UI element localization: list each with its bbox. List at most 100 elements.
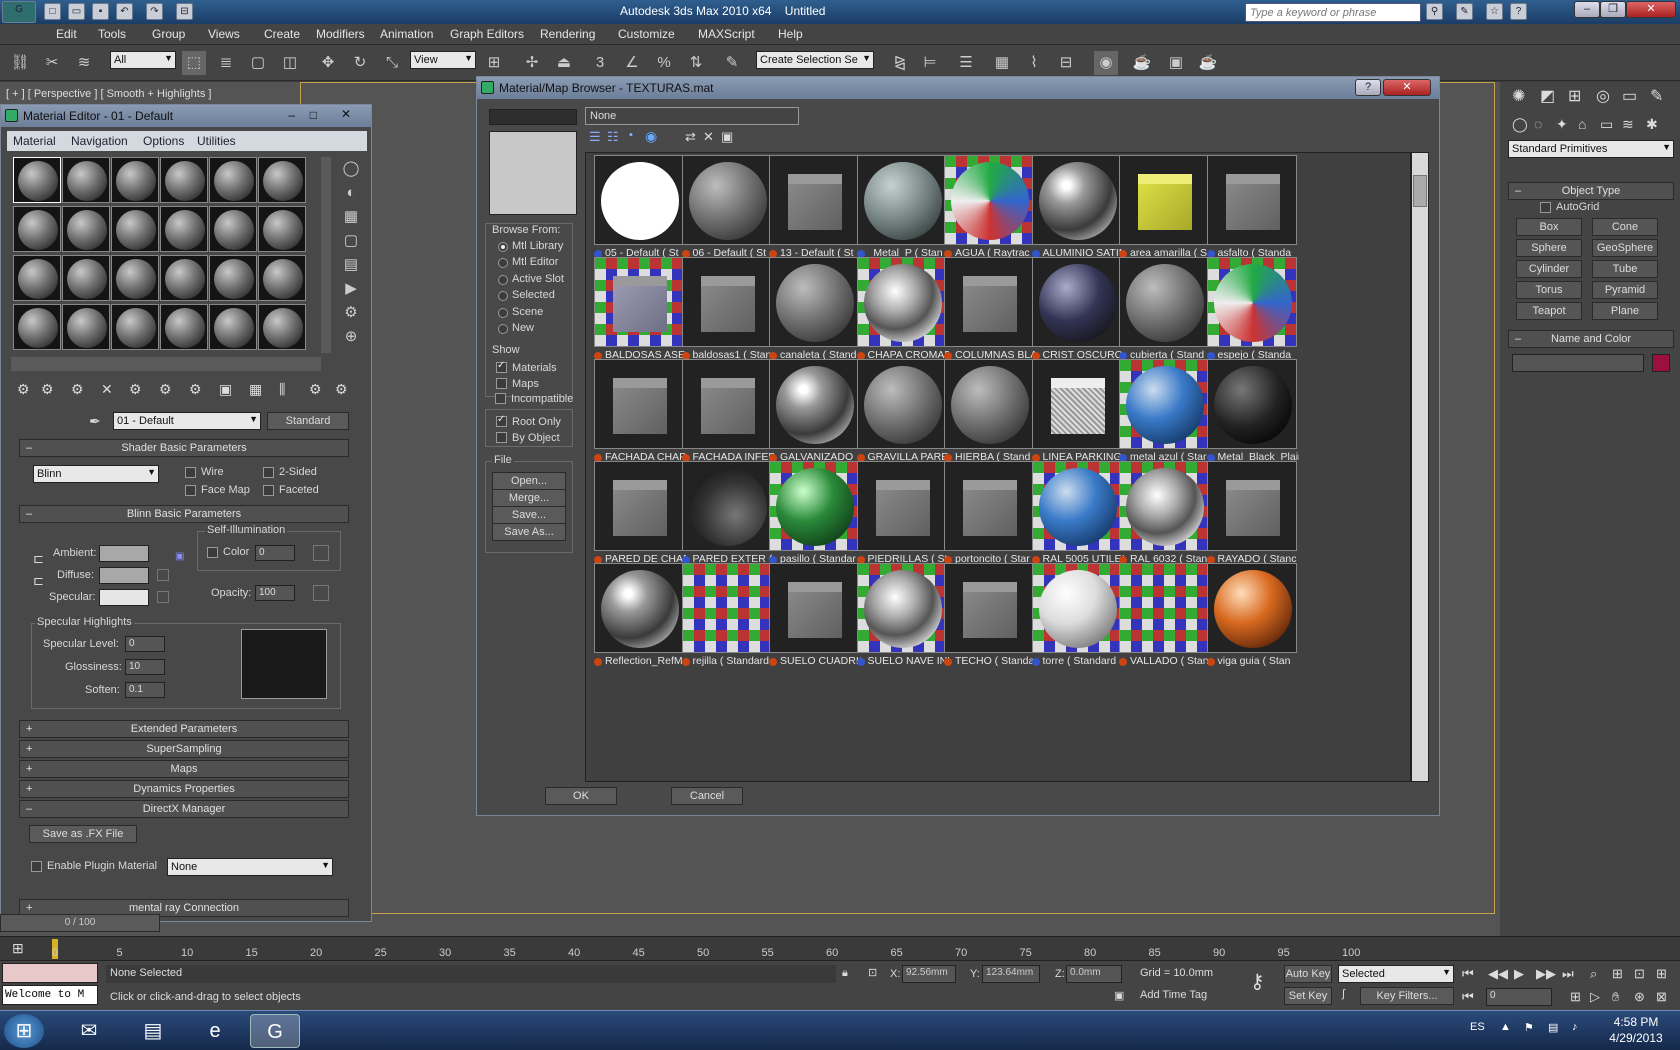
material-item[interactable]: 13 - Default ( St bbox=[769, 155, 861, 263]
materials-checkbox[interactable] bbox=[496, 360, 507, 373]
redo-icon[interactable]: ↷ bbox=[146, 3, 163, 20]
menu-customize[interactable]: Customize bbox=[618, 27, 675, 41]
material-item[interactable]: _Metal_P ( Stan bbox=[856, 155, 949, 263]
sample-slot[interactable] bbox=[258, 255, 306, 301]
browser-name-field[interactable]: None bbox=[585, 107, 799, 125]
video-color-check-icon[interactable]: ▤ bbox=[339, 253, 363, 277]
radio-selected[interactable] bbox=[498, 291, 508, 301]
menu-animation[interactable]: Animation bbox=[380, 27, 433, 41]
cancel-button[interactable]: Cancel bbox=[671, 787, 743, 805]
play-icon[interactable]: ▶ bbox=[1514, 966, 1524, 982]
make-unique-icon[interactable]: ⚙ bbox=[159, 381, 172, 398]
zoom-icon[interactable]: ⌕ bbox=[1590, 966, 1597, 982]
snaps-toggle-icon[interactable]: 3 bbox=[588, 51, 612, 75]
dynamics-properties-rollout[interactable]: + Dynamics Properties bbox=[19, 780, 349, 798]
set-key-button[interactable]: Set Key bbox=[1284, 987, 1332, 1005]
z-coordinate[interactable]: 0.0mm bbox=[1066, 965, 1122, 983]
object-color-swatch[interactable] bbox=[1652, 354, 1670, 372]
time-configuration-icon[interactable]: ⊞ bbox=[1570, 989, 1581, 1005]
select-object-icon[interactable]: ⬚ bbox=[182, 51, 206, 75]
incompatible-checkbox[interactable] bbox=[495, 393, 506, 404]
menu-options[interactable]: Options bbox=[143, 134, 184, 148]
menu-maxscript[interactable]: MAXScript bbox=[698, 27, 755, 41]
view-list-icons-icon[interactable]: ☷ bbox=[607, 129, 619, 145]
add-time-tag[interactable]: Add Time Tag bbox=[1138, 987, 1238, 1005]
key-icon[interactable]: ⚷ bbox=[1250, 969, 1265, 994]
material-item[interactable]: RAL 5005 UTILES bbox=[1031, 461, 1124, 569]
3ds-max-taskbar-icon[interactable]: G bbox=[250, 1014, 300, 1048]
space-warps-icon[interactable]: ≋ bbox=[1622, 116, 1634, 133]
teapot-button[interactable]: Teapot bbox=[1516, 302, 1582, 320]
spinner-snap-icon[interactable]: ⇅ bbox=[684, 51, 708, 75]
sample-slot[interactable] bbox=[209, 157, 257, 203]
cylinder-button[interactable]: Cylinder bbox=[1516, 260, 1582, 278]
time-tag-icon[interactable]: ▣ bbox=[1114, 989, 1124, 1002]
render-production-icon[interactable]: ☕ bbox=[1196, 51, 1220, 75]
move-icon[interactable]: ✥ bbox=[316, 51, 340, 75]
utilities-tab-icon[interactable]: ✎ bbox=[1650, 86, 1663, 106]
undo-icon[interactable]: ↶ bbox=[116, 3, 133, 20]
maxscript-listener[interactable]: Welcome to M bbox=[2, 985, 98, 1005]
assign-material-icon[interactable]: ⚙ bbox=[71, 381, 84, 398]
material-item[interactable]: Metal_Black_Plain bbox=[1206, 359, 1299, 467]
x-coordinate[interactable]: 92.56mm bbox=[902, 965, 956, 983]
field-of-view-icon[interactable]: ▷ bbox=[1590, 989, 1600, 1005]
tray-network-icon[interactable]: ▤ bbox=[1548, 1021, 1558, 1034]
material-item[interactable]: LINEA PARKING bbox=[1031, 359, 1124, 467]
graphite-tools-icon[interactable]: ▦ bbox=[990, 51, 1014, 75]
helpers-icon[interactable]: ▭ bbox=[1600, 116, 1613, 133]
browser-close-button[interactable]: ✕ bbox=[1383, 79, 1431, 96]
sample-slot[interactable] bbox=[160, 157, 208, 203]
viewport-label[interactable]: [ + ] [ Perspective ] [ Smooth + Highlig… bbox=[6, 88, 211, 100]
by-object-checkbox[interactable] bbox=[496, 432, 507, 443]
eyedropper-icon[interactable]: ✒ bbox=[89, 413, 101, 430]
sample-slot[interactable] bbox=[62, 304, 110, 350]
tray-volume-icon[interactable]: ♪ bbox=[1572, 1021, 1578, 1033]
sample-slot[interactable] bbox=[160, 304, 208, 350]
sample-slot[interactable] bbox=[258, 157, 306, 203]
material-item[interactable]: FACHADA INFER bbox=[681, 359, 774, 467]
sample-slot[interactable] bbox=[111, 157, 159, 203]
material-item[interactable]: portoncito ( Star bbox=[944, 461, 1036, 569]
hierarchy-tab-icon[interactable]: ⊞ bbox=[1568, 86, 1581, 106]
systems-icon[interactable]: ✱ bbox=[1646, 116, 1658, 133]
primitive-category-dropdown[interactable]: Standard Primitives ▼ bbox=[1508, 140, 1674, 158]
sample-slot[interactable] bbox=[160, 255, 208, 301]
specular-map-button[interactable] bbox=[157, 591, 169, 603]
cone-button[interactable]: Cone bbox=[1592, 218, 1658, 236]
ambient-swatch[interactable] bbox=[99, 545, 149, 562]
motion-tab-icon[interactable]: ◎ bbox=[1596, 86, 1610, 106]
sample-slot[interactable] bbox=[258, 206, 306, 252]
self-illum-color-checkbox[interactable] bbox=[207, 547, 218, 558]
binoculars-icon[interactable]: ⚲ bbox=[1426, 3, 1443, 20]
cameras-icon[interactable]: ⌂ bbox=[1578, 116, 1586, 132]
zoom-extents-all-icon[interactable]: ⊞ bbox=[1656, 966, 1667, 982]
sample-slot[interactable] bbox=[160, 206, 208, 252]
name-and-color-rollout[interactable]: – Name and Color bbox=[1508, 330, 1674, 348]
sample-slot[interactable] bbox=[111, 304, 159, 350]
key-filters-icon[interactable]: ∫ bbox=[1342, 988, 1345, 1000]
align-icon[interactable]: ⊨ bbox=[918, 51, 942, 75]
bind-space-warp-icon[interactable]: ≋ bbox=[72, 51, 96, 75]
material-item[interactable]: asfalto ( Standa bbox=[1206, 155, 1299, 263]
clear-library-icon[interactable]: ▣ bbox=[721, 129, 733, 145]
material-item[interactable]: baldosas1 ( Stan bbox=[681, 257, 774, 365]
menu-views[interactable]: Views bbox=[208, 27, 240, 41]
menu-rendering[interactable]: Rendering bbox=[540, 27, 595, 41]
opacity-spinner[interactable]: 100 bbox=[255, 585, 295, 601]
material-item[interactable]: PARED DE CHAP bbox=[594, 461, 686, 569]
view-list-icon[interactable]: ☰ bbox=[589, 129, 601, 145]
edit-named-selection-icon[interactable]: ✎ bbox=[720, 51, 744, 75]
minimize-button[interactable]: – bbox=[1574, 1, 1600, 18]
two-sided-checkbox[interactable] bbox=[263, 467, 274, 478]
zoom-all-icon[interactable]: ⊞ bbox=[1612, 966, 1623, 982]
rotate-icon[interactable]: ↻ bbox=[348, 51, 372, 75]
select-by-material-icon[interactable]: ⊕ bbox=[339, 325, 363, 349]
menu-help[interactable]: Help bbox=[778, 27, 803, 41]
go-to-end-icon[interactable]: ⏭ bbox=[1562, 966, 1574, 982]
lock-map-icon[interactable]: ▣ bbox=[175, 551, 184, 562]
help-icon[interactable]: ? bbox=[1510, 3, 1527, 20]
unlink-icon[interactable]: ✂ bbox=[40, 51, 64, 75]
curve-editor-icon[interactable]: ⌇ bbox=[1022, 51, 1046, 75]
menu-create[interactable]: Create bbox=[264, 27, 300, 41]
